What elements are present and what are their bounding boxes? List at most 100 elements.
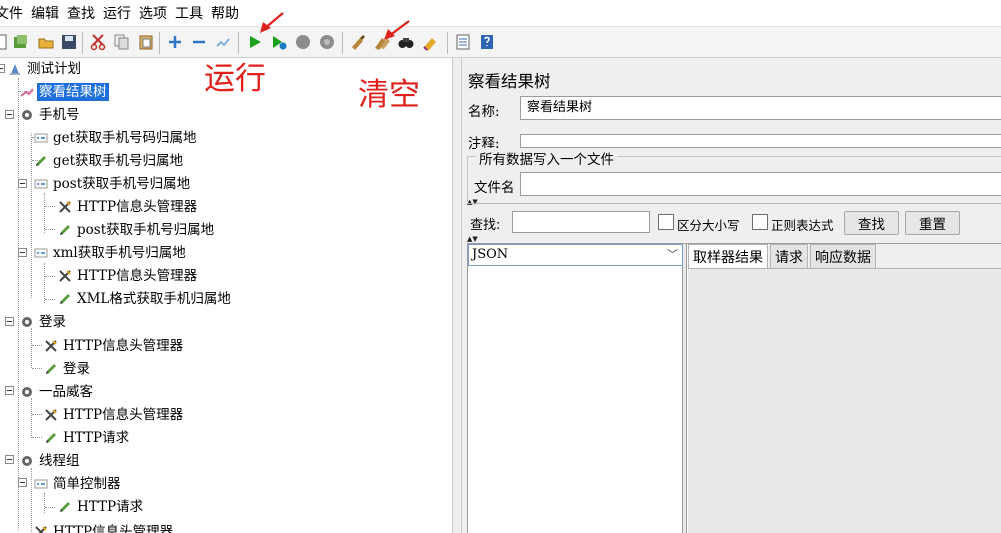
reset-button[interactable]: 重置 bbox=[905, 211, 960, 235]
expand-toggle[interactable] bbox=[0, 64, 5, 73]
gear-icon bbox=[20, 315, 34, 329]
toggle-icon[interactable] bbox=[214, 33, 232, 51]
test-plan-tree[interactable]: 测试计划 察看结果树 手机号 get获取手机号码归属地 get获取手机号归属地 … bbox=[0, 58, 452, 533]
result-tabs-area: 取样器结果 请求 响应数据 bbox=[688, 244, 1001, 533]
chevron-down-icon: ﹀ bbox=[667, 248, 678, 261]
menu-run[interactable]: 运行 bbox=[102, 3, 132, 23]
filename-field[interactable] bbox=[520, 172, 1001, 196]
pencil-icon bbox=[58, 500, 72, 514]
tree-item-label: 一品威客 bbox=[39, 384, 93, 400]
collapse-arrows-icon[interactable]: ▲▼ bbox=[467, 236, 478, 243]
tree-item-thread-group[interactable]: 一品威客 bbox=[20, 381, 95, 403]
tree-item-sampler[interactable]: XML格式获取手机归属地 bbox=[58, 288, 233, 310]
menu-edit[interactable]: 编辑 bbox=[30, 3, 60, 23]
reset-search-icon[interactable] bbox=[421, 33, 439, 51]
case-sensitive-checkbox[interactable] bbox=[658, 214, 674, 230]
stop-icon[interactable] bbox=[294, 33, 312, 51]
toolbar bbox=[0, 26, 1001, 58]
tree-item-label: HTTP信息头管理器 bbox=[77, 199, 198, 215]
name-field[interactable]: 察看结果树 bbox=[520, 96, 1001, 120]
tree-item-test-plan[interactable]: 测试计划 bbox=[8, 58, 83, 80]
tree-item-label: HTTP请求 bbox=[77, 499, 144, 515]
expand-toggle[interactable] bbox=[5, 386, 14, 395]
tree-item-sampler[interactable]: 登录 bbox=[44, 358, 92, 380]
shutdown-icon[interactable] bbox=[318, 33, 336, 51]
tree-item-sampler[interactable]: post获取手机号归属地 bbox=[58, 219, 216, 241]
name-label: 名称: bbox=[468, 104, 500, 120]
menu-help[interactable]: 帮助 bbox=[210, 3, 240, 23]
tree-item-config[interactable]: HTTP信息头管理器 bbox=[44, 335, 185, 357]
menu-file[interactable]: 文件 bbox=[0, 3, 24, 23]
expand-toggle[interactable] bbox=[18, 478, 27, 487]
arrow-annotation-clear bbox=[384, 20, 410, 40]
expand-toggle[interactable] bbox=[5, 455, 14, 464]
wrench-icon bbox=[58, 200, 72, 214]
arrow-annotation-run bbox=[260, 12, 284, 33]
expand-toggle[interactable] bbox=[18, 248, 27, 257]
tree-item-config[interactable]: HTTP信息头管理器 bbox=[44, 404, 185, 426]
tree-item-label: post获取手机号归属地 bbox=[53, 176, 191, 192]
tree-item-controller[interactable]: 简单控制器 bbox=[34, 473, 123, 495]
expand-icon[interactable] bbox=[166, 33, 184, 51]
tree-item-label: 手机号 bbox=[39, 107, 80, 123]
tree-item-label: HTTP信息头管理器 bbox=[77, 268, 198, 284]
tree-item-label: 察看结果树 bbox=[37, 83, 109, 101]
search-input[interactable] bbox=[512, 211, 650, 233]
tree-item-config[interactable]: HTTP信息头管理器 bbox=[58, 196, 199, 218]
tree-item-thread-group[interactable]: 手机号 bbox=[20, 104, 82, 126]
regex-label: 正则表达式 bbox=[771, 218, 834, 233]
find-button[interactable]: 查找 bbox=[844, 211, 899, 235]
clear-icon[interactable] bbox=[349, 33, 367, 51]
tree-item-label: 登录 bbox=[63, 361, 90, 377]
results-list[interactable] bbox=[468, 266, 683, 533]
filename-label: 文件名 bbox=[474, 180, 515, 196]
renderer-select[interactable]: JSON ﹀ bbox=[468, 244, 683, 266]
tree-item-thread-group[interactable]: 登录 bbox=[20, 311, 68, 333]
tree-item-sampler[interactable]: HTTP请求 bbox=[44, 427, 131, 449]
tree-item-view-results-tree[interactable]: 察看结果树 bbox=[20, 81, 109, 103]
tab-request[interactable]: 请求 bbox=[770, 244, 808, 268]
tree-item-sampler[interactable]: get获取手机号归属地 bbox=[34, 150, 185, 172]
write-to-file-legend: 所有数据写入一个文件 bbox=[476, 148, 617, 168]
tree-item-controller[interactable]: get获取手机号码归属地 bbox=[34, 127, 199, 149]
templates-icon[interactable] bbox=[12, 33, 30, 51]
panel-splitter[interactable] bbox=[452, 58, 462, 533]
tree-item-label: post获取手机号归属地 bbox=[77, 222, 215, 238]
cut-icon[interactable] bbox=[89, 33, 107, 51]
tree-item-label: XML格式获取手机归属地 bbox=[77, 291, 231, 307]
tree-item-controller[interactable]: post获取手机号归属地 bbox=[34, 173, 192, 195]
copy-icon[interactable] bbox=[113, 33, 131, 51]
tree-item-thread-group[interactable]: 线程组 bbox=[20, 450, 82, 472]
open-icon[interactable] bbox=[37, 33, 55, 51]
menu-tools[interactable]: 工具 bbox=[174, 3, 204, 23]
menu-bar: 文件 编辑 查找 运行 选项 工具 帮助 bbox=[0, 0, 1001, 26]
tree-item-sampler[interactable]: HTTP请求 bbox=[58, 496, 145, 518]
pencil-icon bbox=[58, 292, 72, 306]
case-sensitive-label: 区分大小写 bbox=[677, 218, 740, 233]
gear-icon bbox=[20, 454, 34, 468]
tree-item-config[interactable]: HTTP信息头管理器 bbox=[34, 521, 175, 533]
tab-sampler-result[interactable]: 取样器结果 bbox=[688, 244, 768, 268]
function-helper-icon[interactable] bbox=[454, 33, 472, 51]
wrench-icon bbox=[58, 269, 72, 283]
expand-toggle[interactable] bbox=[18, 179, 27, 188]
save-icon[interactable] bbox=[60, 33, 78, 51]
tree-item-label: HTTP信息头管理器 bbox=[63, 338, 184, 354]
tree-item-controller[interactable]: xml获取手机号归属地 bbox=[34, 242, 188, 264]
test-plan-icon bbox=[8, 62, 22, 76]
collapse-icon[interactable] bbox=[190, 33, 208, 51]
expand-toggle[interactable] bbox=[5, 110, 14, 119]
expand-toggle[interactable] bbox=[5, 317, 14, 326]
new-file-icon[interactable] bbox=[0, 33, 10, 51]
comment-field[interactable] bbox=[520, 134, 1001, 148]
menu-search[interactable]: 查找 bbox=[66, 3, 96, 23]
controller-icon bbox=[34, 477, 48, 491]
tab-response-data[interactable]: 响应数据 bbox=[810, 244, 876, 268]
paste-icon[interactable] bbox=[137, 33, 155, 51]
wrench-icon bbox=[44, 408, 58, 422]
tree-item-config[interactable]: HTTP信息头管理器 bbox=[58, 265, 199, 287]
menu-options[interactable]: 选项 bbox=[138, 3, 168, 23]
results-splitter[interactable] bbox=[683, 244, 687, 533]
help-icon[interactable] bbox=[478, 33, 496, 51]
regex-checkbox[interactable] bbox=[752, 214, 768, 230]
